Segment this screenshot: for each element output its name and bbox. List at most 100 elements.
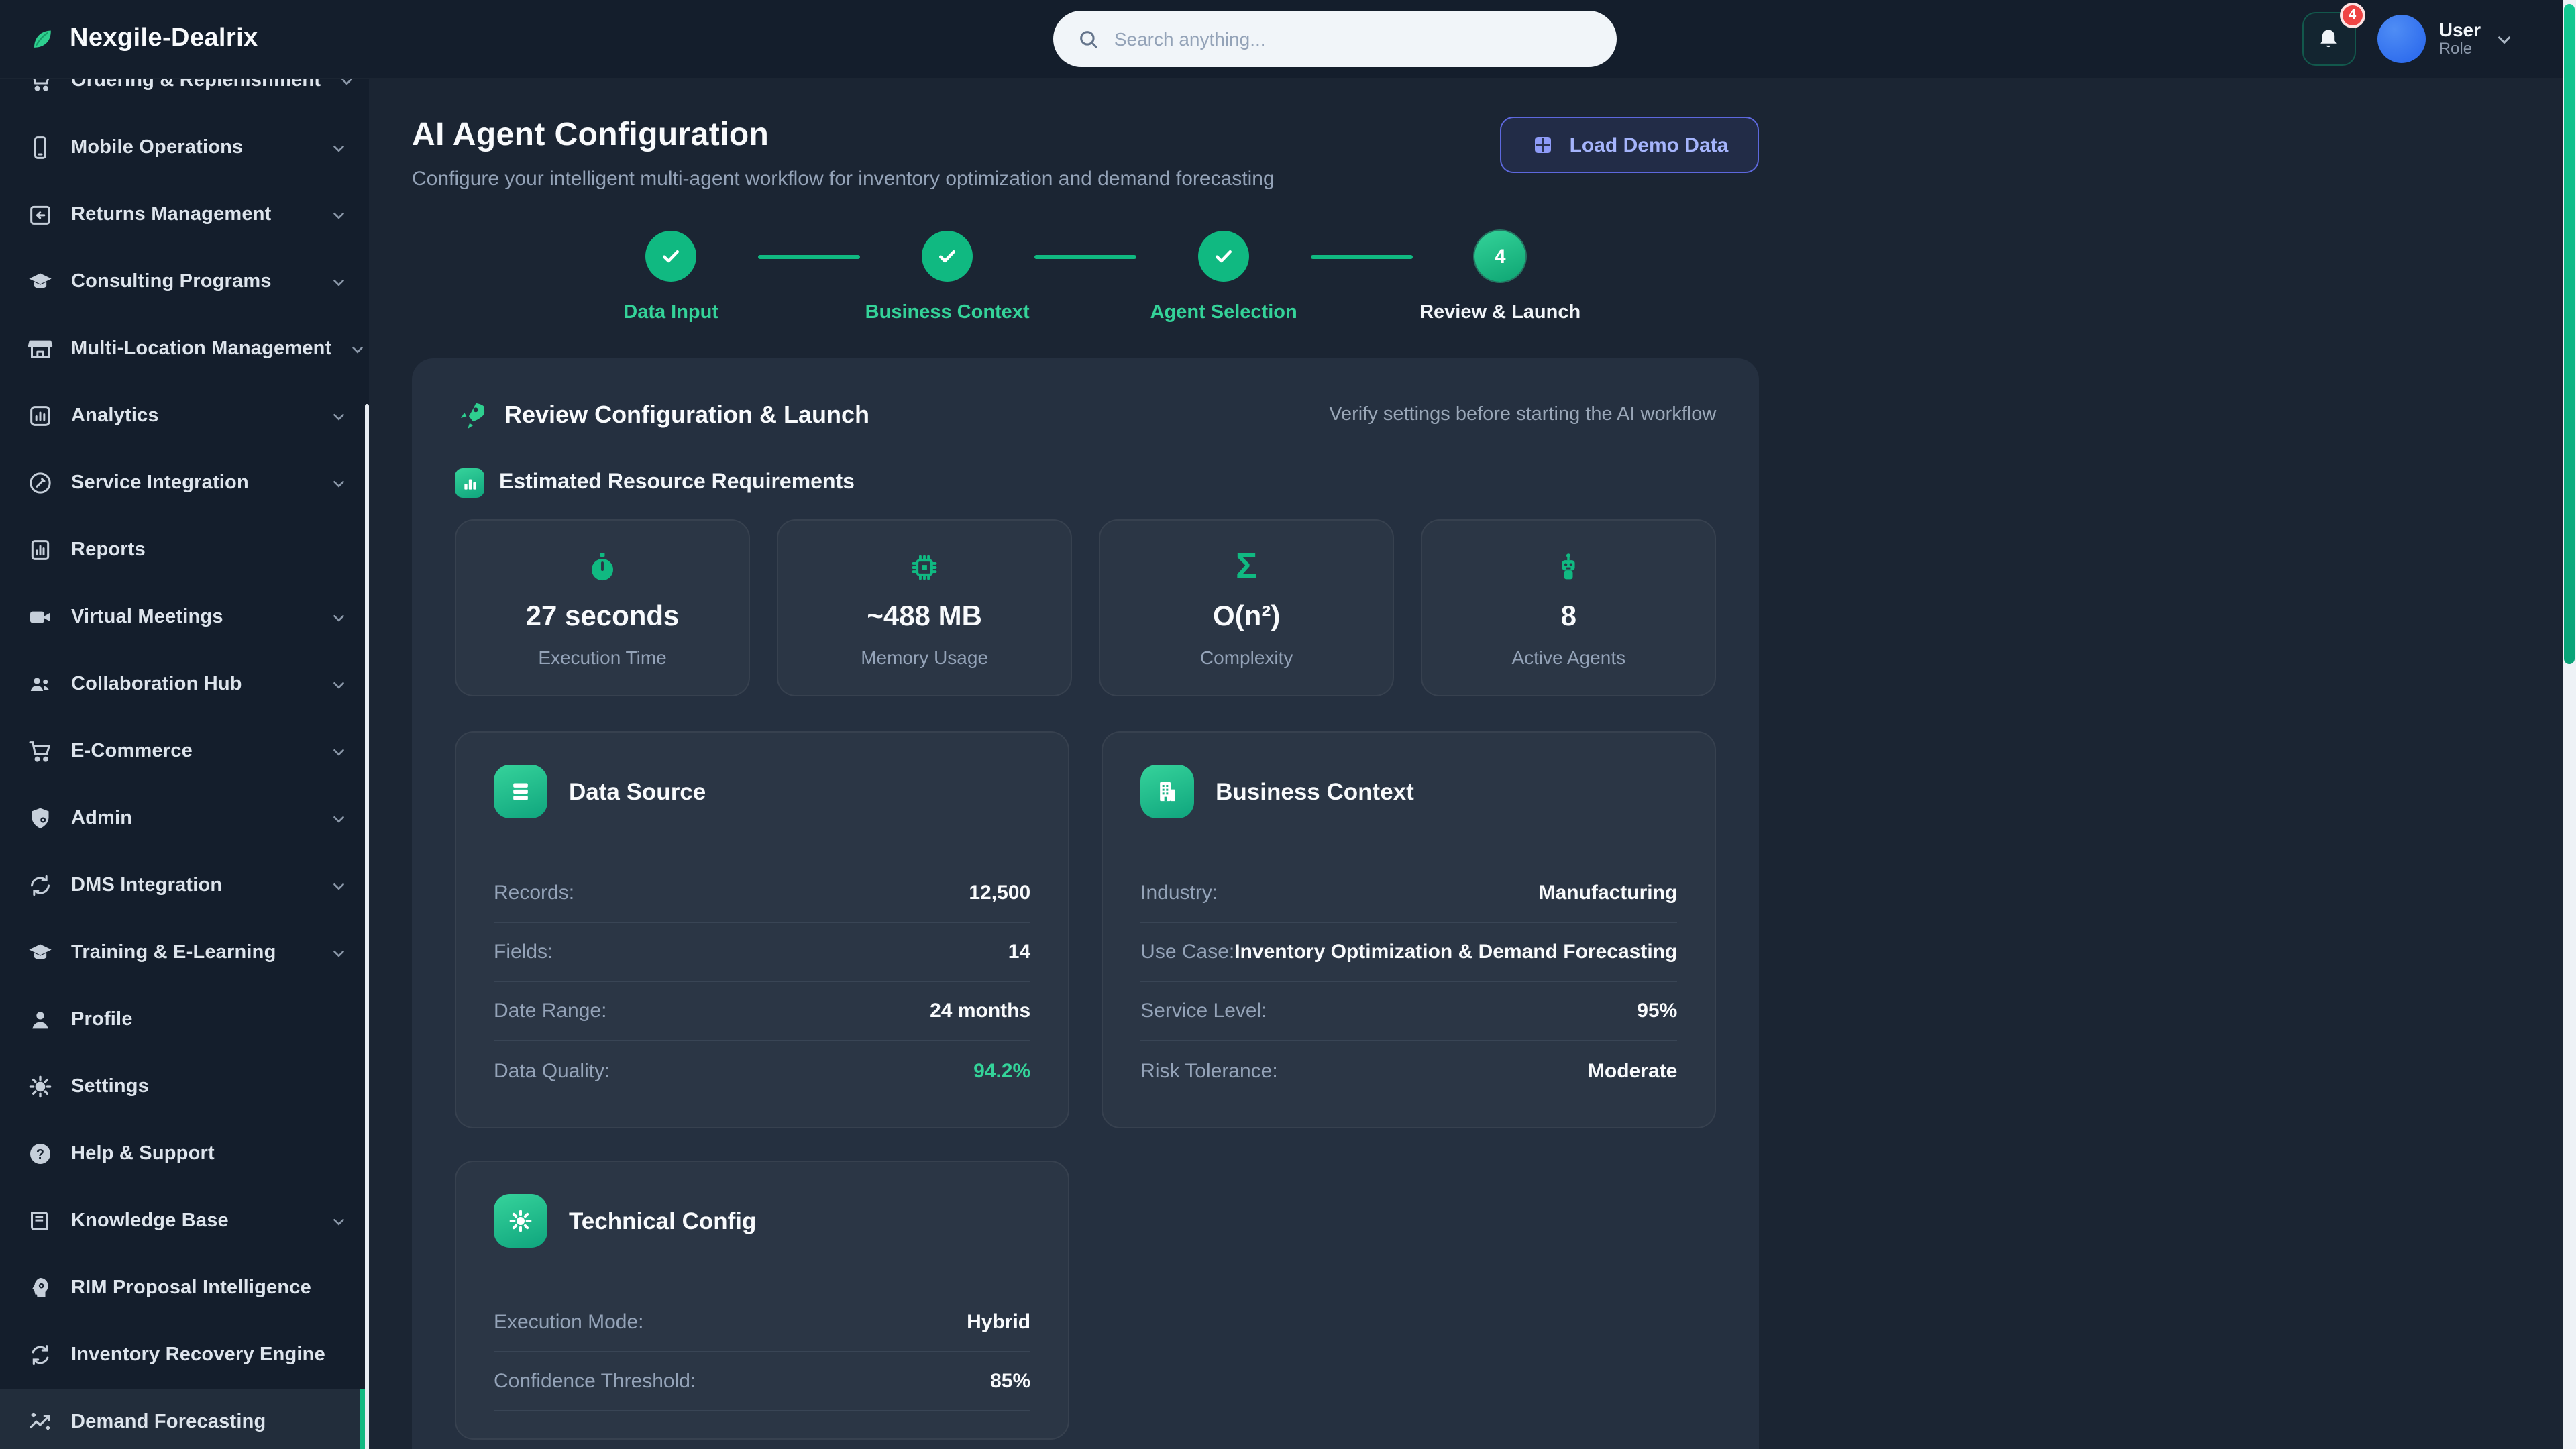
table-row: Risk Tolerance: Moderate: [1140, 1041, 1677, 1100]
chevron-down-icon: [330, 810, 347, 827]
data-source-card: Data Source Records: 12,500 Fields: 14: [455, 731, 1069, 1128]
business-context-title: Business Context: [1216, 777, 1414, 806]
technical-config-title: Technical Config: [569, 1207, 756, 1235]
head-gear-icon: [27, 1275, 54, 1301]
sidebar-item-admin[interactable]: Admin: [0, 785, 369, 852]
sidebar-item-mobile-operations[interactable]: Mobile Operations: [0, 114, 369, 181]
chevron-down-icon: [330, 1212, 347, 1230]
chevron-down-icon: [330, 608, 347, 626]
step-data-input[interactable]: Data Input: [584, 231, 758, 323]
chevron-down-icon: [330, 139, 347, 156]
business-context-rows: Industry: Manufacturing Use Case: Invent…: [1140, 864, 1677, 1100]
sidebar-item-returns-management[interactable]: Returns Management: [0, 181, 369, 248]
load-demo-data-button[interactable]: Load Demo Data: [1500, 117, 1760, 173]
review-panel-header: Review Configuration & Launch Verify set…: [455, 398, 1716, 431]
step-current-circle: 4: [1474, 231, 1525, 282]
sidebar-item-rim-proposal-intelligence[interactable]: RIM Proposal Intelligence: [0, 1254, 369, 1322]
review-panel-note: Verify settings before starting the AI w…: [1329, 404, 1716, 425]
step-complete-circle: [1198, 231, 1249, 282]
chevron-down-icon: [330, 474, 347, 492]
table-row: Confidence Threshold: 85%: [494, 1352, 1030, 1411]
bar-chart-icon: [27, 402, 54, 429]
page-header: AI Agent Configuration Configure your in…: [412, 117, 1759, 191]
user-role: Role: [2439, 40, 2481, 59]
table-row: Data Quality: 94.2%: [494, 1041, 1030, 1100]
wrench-circle-icon: [27, 470, 54, 496]
step-review-launch[interactable]: 4 Review & Launch: [1413, 231, 1587, 323]
sidebar-item-ecommerce[interactable]: E-Commerce: [0, 718, 369, 785]
app-viewport: Nexgile-Dealrix 4 User Role: [0, 0, 2576, 1449]
resources-title: Estimated Resource Requirements: [499, 471, 855, 495]
resources-header: Estimated Resource Requirements: [455, 468, 1716, 498]
brand: Nexgile-Dealrix: [0, 24, 369, 54]
step-complete-circle: [922, 231, 973, 282]
workflow-stepper: Data Input Business Context Agent Select…: [412, 231, 1759, 323]
chip-icon: [907, 548, 942, 586]
svg-text:?: ?: [36, 1147, 44, 1162]
sidebar-item-training-elearning[interactable]: Training & E-Learning: [0, 919, 369, 986]
stopwatch-icon: [585, 548, 620, 586]
table-row: Service Level: 95%: [1140, 982, 1677, 1041]
sync-person-icon: [27, 872, 54, 899]
grid-icon: [1531, 133, 1555, 157]
technical-config-rows: Execution Mode: Hybrid Confidence Thresh…: [494, 1293, 1030, 1411]
sidebar-item-inventory-recovery-engine[interactable]: Inventory Recovery Engine: [0, 1322, 369, 1389]
avatar: [2377, 15, 2426, 63]
sigma-icon: Σ: [1236, 548, 1257, 586]
page-subtitle: Configure your intelligent multi-agent w…: [412, 168, 1275, 191]
smartphone-icon: [27, 134, 54, 161]
check-icon: [935, 244, 959, 268]
sidebar-item-ordering-replenishment[interactable]: Ordering & Replenishment: [0, 79, 369, 114]
table-row: Industry: Manufacturing: [1140, 864, 1677, 923]
search-icon: [1078, 28, 1101, 50]
gear-icon: [494, 1194, 547, 1248]
config-cards-grid: Data Source Records: 12,500 Fields: 14: [455, 731, 1716, 1440]
storefront-icon: [27, 335, 54, 362]
sidebar-item-service-integration[interactable]: Service Integration: [0, 449, 369, 517]
step-business-context[interactable]: Business Context: [860, 231, 1034, 323]
table-row: Execution Mode: Hybrid: [494, 1293, 1030, 1352]
question-circle-icon: ?: [27, 1140, 54, 1167]
sidebar-item-knowledge-base[interactable]: Knowledge Base: [0, 1187, 369, 1254]
chevron-down-icon: [330, 273, 347, 290]
step-agent-selection[interactable]: Agent Selection: [1136, 231, 1311, 323]
search-bar[interactable]: [1054, 11, 1617, 67]
user-menu[interactable]: User Role: [2377, 15, 2514, 63]
sidebar-item-reports[interactable]: Reports: [0, 517, 369, 584]
refresh-icon: [27, 1342, 54, 1368]
chevron-down-icon: [330, 676, 347, 693]
sidebar-item-analytics[interactable]: Analytics: [0, 382, 369, 449]
page-scrollbar-track[interactable]: [2563, 0, 2576, 1449]
technical-config-card: Technical Config Execution Mode: Hybrid …: [455, 1161, 1069, 1440]
search-input[interactable]: [1114, 28, 1593, 50]
trend-sparkle-icon: [27, 1409, 54, 1436]
notification-badge: 4: [2340, 3, 2365, 28]
chevron-down-icon: [349, 340, 366, 358]
sidebar-item-consulting-programs[interactable]: Consulting Programs: [0, 248, 369, 315]
sidebar-item-multi-location-management[interactable]: Multi-Location Management: [0, 315, 369, 382]
person-icon: [27, 1006, 54, 1033]
sidebar-item-virtual-meetings[interactable]: Virtual Meetings: [0, 584, 369, 651]
sidebar-item-demand-forecasting[interactable]: Demand Forecasting: [0, 1389, 369, 1449]
graduation-cap-icon: [27, 268, 54, 295]
table-row: Fields: 14: [494, 923, 1030, 982]
sidebar-item-profile[interactable]: Profile: [0, 986, 369, 1053]
bell-icon: [2316, 26, 2342, 52]
data-source-header: Data Source: [494, 765, 1030, 818]
sidebar-item-collaboration-hub[interactable]: Collaboration Hub: [0, 651, 369, 718]
table-row: Date Range: 24 months: [494, 982, 1030, 1041]
table-row: Records: 12,500: [494, 864, 1030, 923]
metric-memory-usage: ~488 MB Memory Usage: [777, 519, 1072, 696]
video-camera-icon: [27, 604, 54, 631]
data-source-rows: Records: 12,500 Fields: 14 Date Range: 2…: [494, 864, 1030, 1100]
sidebar-item-help-support[interactable]: ? Help & Support: [0, 1120, 369, 1187]
notifications-button[interactable]: 4: [2302, 12, 2356, 66]
chevron-down-icon: [330, 877, 347, 894]
page-scrollbar-thumb[interactable]: [2564, 4, 2575, 664]
shield-icon: [27, 805, 54, 832]
top-right-controls: 4 User Role: [2302, 12, 2576, 66]
book-icon: [27, 1208, 54, 1234]
sidebar-item-dms-integration[interactable]: DMS Integration: [0, 852, 369, 919]
building-icon: [1140, 765, 1194, 818]
sidebar-item-settings[interactable]: Settings: [0, 1053, 369, 1120]
